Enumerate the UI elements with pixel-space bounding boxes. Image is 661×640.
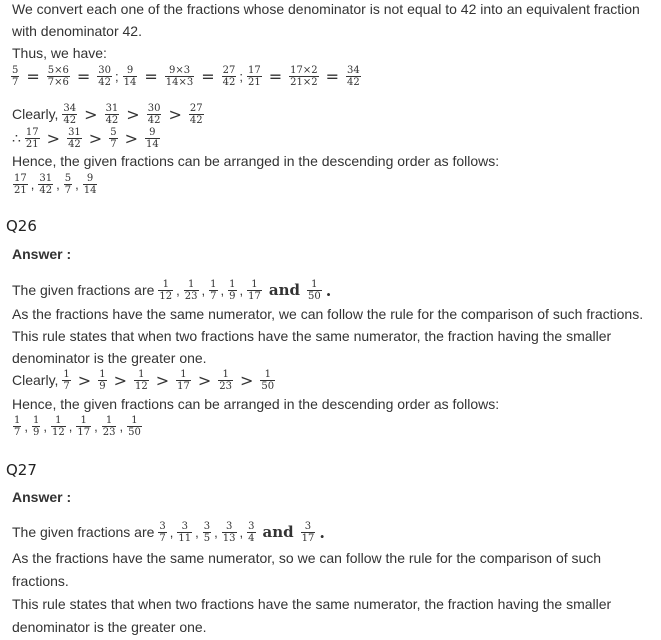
fraction: 1 23: [101, 414, 117, 438]
therefore-symbol: ∴: [12, 129, 21, 146]
fraction: 9 14: [82, 172, 98, 196]
fraction: 57: [63, 172, 73, 196]
fraction: 17: [13, 414, 22, 438]
fraction: 17 21: [247, 64, 262, 88]
fraction: 1 12: [133, 368, 149, 392]
rule-line-4: denominator is the greater one.: [12, 619, 207, 635]
hence-line: Hence, the given fractions can be arrang…: [12, 396, 500, 412]
rule-line-2: This rule states that when two fractions…: [12, 328, 612, 344]
conversion-equation: 57 = 5×6 7×6 = 30 42 ; 9 14 = 9×3 14×3 = 27 4…: [11, 64, 361, 88]
fraction: 9 14: [122, 64, 138, 88]
fraction: 19: [228, 278, 237, 302]
fraction: 3 17: [300, 520, 316, 544]
fraction: 1 50: [127, 414, 142, 438]
fraction: 1 50: [306, 278, 322, 302]
rule-line-3: denominator is the greater one.: [12, 350, 207, 366]
fraction: 17 21: [13, 172, 28, 196]
fraction: 1 17: [247, 278, 262, 302]
fraction: 27 42: [188, 102, 204, 126]
fraction: 17: [62, 368, 71, 392]
fraction: 35: [202, 520, 212, 544]
fraction: 34 42: [346, 64, 361, 88]
fraction: 31 42: [104, 102, 120, 126]
given-label: The given fractions are: [12, 524, 155, 540]
answer-label: Answer :: [12, 489, 72, 505]
rule-line-2: fractions.: [12, 573, 69, 589]
clearly-inequality: Clearly, 17 > 19 > 1 12 > 1 17 > 1 23 > 1 50: [12, 368, 276, 392]
fraction: 31 42: [38, 172, 54, 196]
fraction: 19: [98, 368, 107, 392]
fraction: 9 14: [144, 126, 160, 150]
and-word: and: [262, 523, 294, 541]
fraction: 37: [158, 520, 167, 544]
fraction: 17×2 21×2: [289, 64, 319, 88]
fraction: 1 50: [260, 368, 276, 392]
thus-line: Thus, we have:: [12, 45, 107, 61]
fraction: 34 42: [62, 102, 78, 126]
clearly-label: Clearly,: [12, 372, 59, 388]
fraction: 57: [11, 64, 20, 88]
fraction: 5×6 7×6: [46, 64, 70, 88]
fraction: 31 42: [67, 126, 82, 150]
hence-line: Hence, the given fractions can be arrang…: [12, 153, 500, 169]
fraction: 17: [209, 278, 218, 302]
rule-line-1: As the fractions have the same numerator…: [12, 306, 644, 322]
and-word: and: [268, 281, 300, 299]
fraction: 1 23: [218, 368, 233, 392]
fraction: 1 12: [158, 278, 174, 302]
fraction: 30 42: [146, 102, 162, 126]
rule-line-1: As the fractions have the same numerator…: [12, 550, 602, 566]
fraction: 19: [32, 414, 41, 438]
fraction: 1 17: [76, 414, 92, 438]
fraction: 34: [247, 520, 256, 544]
fraction: 57: [109, 126, 118, 150]
rule-line-3: This rule states that when two fractions…: [12, 596, 612, 612]
question-heading: Q27: [6, 461, 37, 479]
intro-line-1: We convert each one of the fractions who…: [12, 1, 640, 17]
fraction: 1 17: [176, 368, 191, 392]
fraction: 30 42: [97, 64, 113, 88]
fraction: 17 21: [24, 126, 40, 150]
fraction: 3 11: [177, 520, 193, 544]
question-heading: Q26: [6, 217, 37, 235]
descending-order: 17 21, 31 42, 57, 9 14: [13, 172, 98, 196]
fraction: 1 12: [51, 414, 66, 438]
clearly-label: Clearly,: [12, 106, 59, 122]
given-fractions: The given fractions are 1 12, 1 23, 17, 19…: [12, 278, 332, 302]
given-fractions: The given fractions are 37, 3 11, 35, 3 13…: [12, 520, 325, 544]
given-label: The given fractions are: [12, 282, 155, 298]
fraction: 3 13: [221, 520, 237, 544]
fraction: 1 23: [183, 278, 199, 302]
answer-label: Answer :: [12, 246, 72, 262]
fraction: 27 42: [221, 64, 237, 88]
intro-line-2: with denominator 42.: [12, 23, 142, 39]
therefore-inequality: ∴ 17 21 > 31 42 > 57 > 9 14: [12, 126, 160, 150]
descending-order: 17, 19, 1 12, 1 17, 1 23, 1 50: [13, 414, 142, 438]
fraction: 9×3 14×3: [164, 64, 195, 88]
